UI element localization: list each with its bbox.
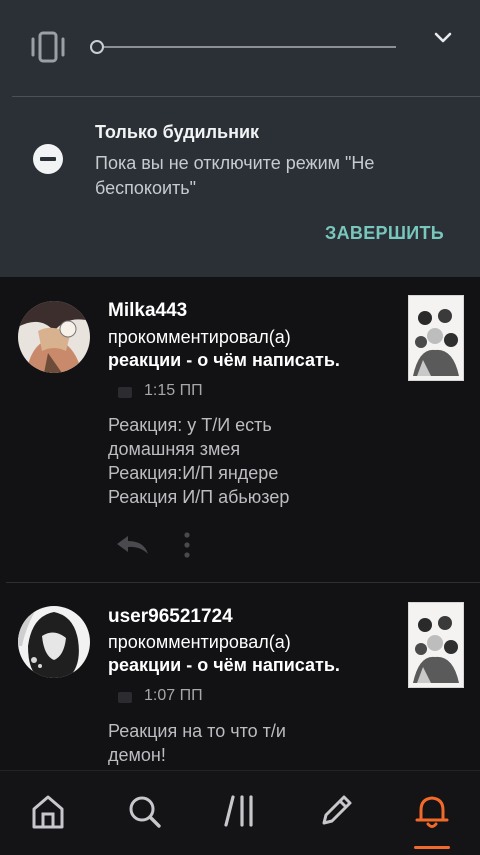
quick-settings-panel: Только будильник Пока вы не отключите ре… <box>0 0 480 277</box>
notification-item[interactable]: Milka443 прокомментировал(а) реакции - о… <box>0 277 480 583</box>
more-options-icon[interactable] <box>180 531 194 559</box>
comment-line: Реакция:И/П яндере <box>108 463 279 483</box>
story-cover-thumbnail[interactable] <box>408 602 464 688</box>
comment-icon <box>118 692 132 703</box>
search-icon[interactable] <box>122 789 166 833</box>
vibrate-icon[interactable] <box>28 30 68 64</box>
action-text: прокомментировал(а) <box>108 632 291 652</box>
timestamp: 1:15 ПП <box>144 382 203 399</box>
comment-text: Реакция: у Т/И есть домашняя змея Реакци… <box>108 413 428 509</box>
notifications-icon[interactable] <box>410 789 454 833</box>
comment-icon <box>118 387 132 398</box>
reply-icon[interactable] <box>114 533 150 557</box>
username[interactable]: user96521724 <box>108 606 233 628</box>
avatar[interactable] <box>18 606 90 678</box>
do-not-disturb-icon <box>33 144 63 174</box>
library-icon[interactable] <box>218 789 262 833</box>
divider <box>12 96 480 97</box>
story-title[interactable]: реакции - о чём написать. <box>108 655 340 676</box>
home-icon[interactable] <box>26 789 70 833</box>
comment-line: домашняя змея <box>108 439 241 459</box>
end-dnd-button[interactable]: ЗАВЕРШИТЬ <box>325 223 444 244</box>
story-title[interactable]: реакции - о чём написать. <box>108 350 340 371</box>
comment-line: Реакция: у Т/И есть <box>108 415 272 435</box>
timestamp: 1:07 ПП <box>144 687 203 704</box>
write-icon[interactable] <box>314 789 358 833</box>
chevron-down-icon[interactable] <box>432 27 454 49</box>
dnd-description: Пока вы не отключите режим "Не беспокоит… <box>95 153 375 198</box>
comment-text: Реакция на то что т/и демон! <box>108 719 428 767</box>
story-cover-thumbnail[interactable] <box>408 295 464 381</box>
volume-slider[interactable] <box>96 46 396 48</box>
volume-slider-knob[interactable] <box>90 40 104 54</box>
avatar[interactable] <box>18 301 90 373</box>
bottom-navigation <box>0 770 480 855</box>
comment-line: демон! <box>108 745 166 765</box>
comment-line: Реакция на то что т/и <box>108 721 286 741</box>
action-text: прокомментировал(а) <box>108 327 291 347</box>
username[interactable]: Milka443 <box>108 300 187 322</box>
active-tab-indicator <box>414 846 450 849</box>
notification-item[interactable]: user96521724 прокомментировал(а) реакции… <box>0 583 480 770</box>
comment-line: Реакция И/П абьюзер <box>108 487 290 507</box>
dnd-title: Только будильник <box>95 122 260 142</box>
